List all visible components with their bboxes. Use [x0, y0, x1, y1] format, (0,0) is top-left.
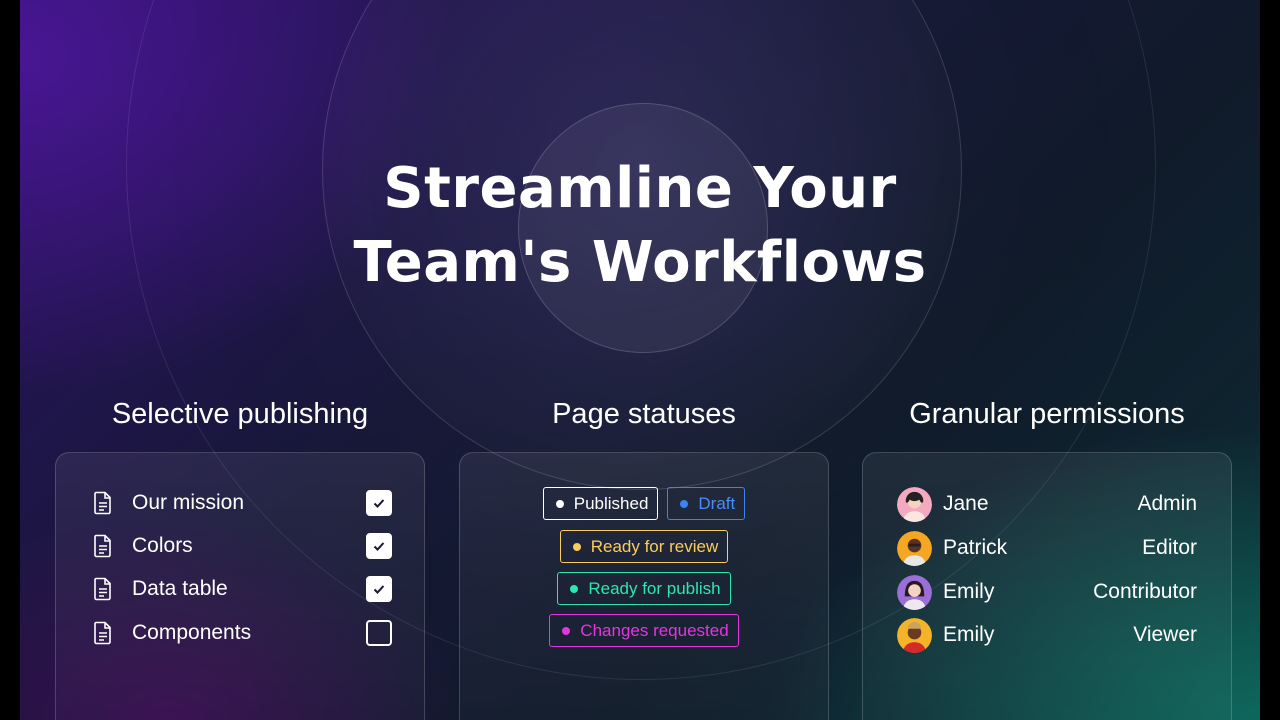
- status-label: Ready for review: [590, 536, 719, 556]
- publish-checkbox-checked[interactable]: [366, 533, 392, 559]
- status-row: Changes requested: [460, 614, 828, 647]
- publish-item-label: Components: [132, 621, 252, 644]
- check-icon: [373, 499, 385, 508]
- status-row: Ready for review: [460, 530, 828, 563]
- status-label: Published: [573, 493, 649, 513]
- avatar: [897, 617, 932, 653]
- permission-row-emily-viewer[interactable]: Emily Viewer: [897, 617, 1197, 653]
- publish-item-label: Data table: [132, 577, 228, 600]
- document-icon: [94, 491, 111, 515]
- status-pill-ready-for-review[interactable]: Ready for review: [559, 530, 729, 563]
- headline-line-2: Team's Workflows: [353, 230, 927, 295]
- permission-row-jane[interactable]: Jane Admin: [897, 486, 1197, 522]
- headline-line-1: Streamline Your: [383, 156, 897, 221]
- status-pill-ready-for-publish[interactable]: Ready for publish: [557, 572, 731, 605]
- publish-item-our-mission[interactable]: Our mission: [92, 488, 392, 518]
- status-label: Changes requested: [580, 620, 729, 640]
- publish-checkbox-unchecked[interactable]: [366, 620, 392, 646]
- document-icon: [94, 534, 111, 558]
- user-name: Emily: [943, 580, 995, 603]
- status-dot: [555, 499, 564, 508]
- check-icon: [373, 585, 385, 594]
- avatar: [897, 530, 932, 566]
- statuses-title: Page statuses: [552, 398, 736, 430]
- status-pill-published[interactable]: Published: [542, 487, 659, 520]
- publishing-card: Our mission Colors Data table Components: [55, 452, 425, 720]
- publish-item-data-table[interactable]: Data table: [92, 574, 392, 604]
- document-icon: [94, 621, 111, 645]
- publish-checkbox-checked[interactable]: [366, 576, 392, 602]
- publish-item-colors[interactable]: Colors: [92, 531, 392, 561]
- statuses-card: Published Draft Ready for review Ready f…: [459, 452, 829, 720]
- check-icon: [373, 542, 385, 551]
- document-icon: [94, 577, 111, 601]
- page-headline: Streamline Your Team's Workflows: [20, 152, 1260, 300]
- status-row: Ready for publish: [460, 572, 828, 605]
- avatar: [897, 574, 932, 610]
- status-pill-changes-requested[interactable]: Changes requested: [549, 614, 739, 647]
- user-role: Contributor: [1093, 580, 1197, 603]
- status-dot: [680, 499, 689, 508]
- status-pill-draft[interactable]: Draft: [667, 487, 746, 520]
- publish-item-components[interactable]: Components: [92, 618, 392, 648]
- permissions-title: Granular permissions: [909, 398, 1185, 430]
- user-role: Admin: [1137, 492, 1197, 515]
- status-dot: [570, 584, 579, 593]
- status-dot: [562, 626, 571, 635]
- status-label: Draft: [698, 493, 736, 513]
- permissions-card: Jane Admin Patrick Editor Emily Contribu…: [862, 452, 1232, 720]
- user-name: Emily: [943, 623, 995, 646]
- status-label: Ready for publish: [588, 578, 721, 598]
- user-role: Editor: [1142, 536, 1197, 559]
- hero-stage: Streamline Your Team's Workflows Selecti…: [20, 0, 1260, 720]
- avatar: [897, 486, 932, 522]
- status-dot: [572, 542, 581, 551]
- publish-checkbox-checked[interactable]: [366, 490, 392, 516]
- publish-item-label: Colors: [132, 534, 193, 557]
- status-row: Published Draft: [460, 487, 828, 520]
- permission-row-emily-contributor[interactable]: Emily Contributor: [897, 574, 1197, 610]
- publish-item-label: Our mission: [132, 491, 245, 514]
- permission-row-patrick[interactable]: Patrick Editor: [897, 530, 1197, 566]
- user-name: Patrick: [943, 536, 1008, 559]
- user-role: Viewer: [1133, 623, 1197, 646]
- publishing-title: Selective publishing: [111, 398, 369, 430]
- user-name: Jane: [943, 492, 989, 515]
